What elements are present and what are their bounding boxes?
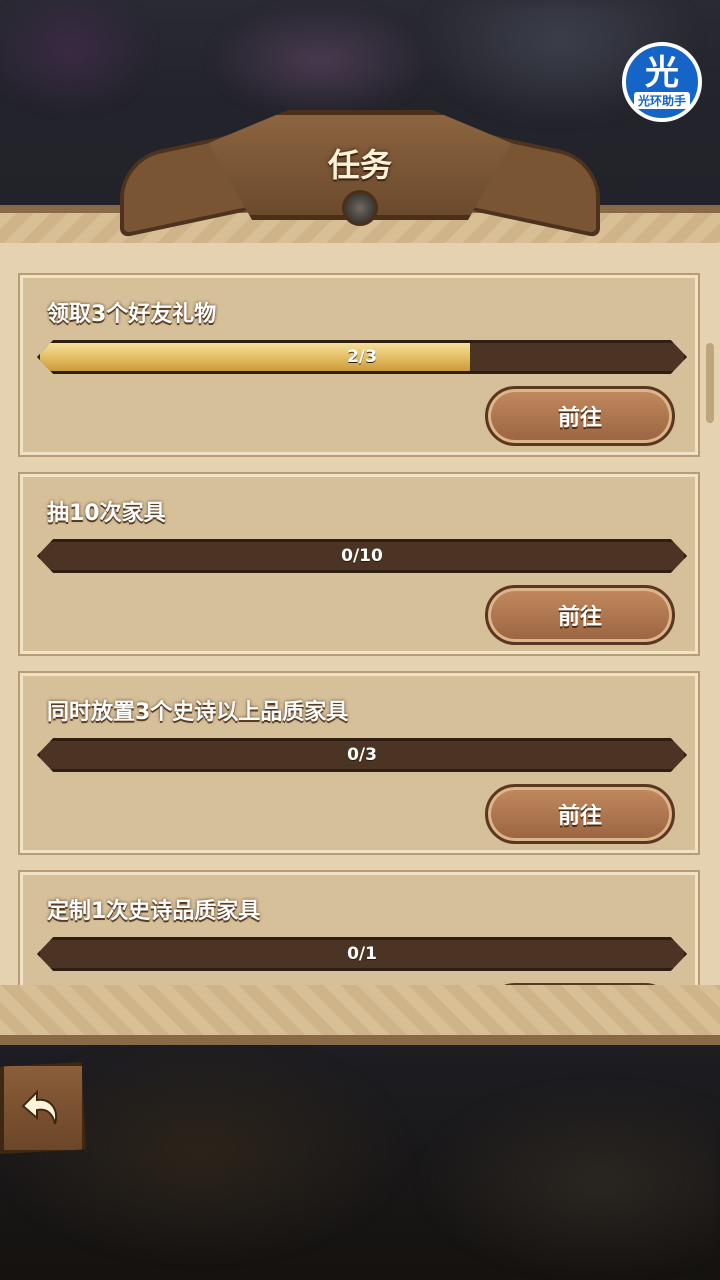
task-card: 定制1次史诗品质家具 0/1 前往 bbox=[20, 872, 698, 1003]
go-button[interactable]: 前往 bbox=[485, 386, 675, 446]
task-progress-bar: 0/3 bbox=[37, 738, 687, 772]
progress-text: 0/3 bbox=[347, 745, 377, 765]
task-card: 抽10次家具 0/10 前往 bbox=[20, 474, 698, 654]
back-button[interactable] bbox=[0, 1062, 86, 1154]
task-progress-bar: 2/3 bbox=[37, 340, 687, 374]
progress-text: 2/3 bbox=[347, 347, 377, 367]
badge-label: 光环助手 bbox=[633, 91, 690, 109]
task-progress-bar: 0/10 bbox=[37, 539, 687, 573]
back-arrow-icon bbox=[21, 1089, 57, 1125]
task-title: 同时放置3个史诗以上品质家具 bbox=[47, 700, 349, 725]
progress-text: 0/10 bbox=[341, 546, 383, 566]
task-list: 领取3个好友礼物 2/3 前往 抽10次家具 0/10 前往 同时放置3个史诗以… bbox=[20, 275, 700, 1003]
header-gem bbox=[342, 190, 378, 226]
task-panel: 领取3个好友礼物 2/3 前往 抽10次家具 0/10 前往 同时放置3个史诗以… bbox=[0, 205, 720, 1045]
task-scroll-area[interactable]: 领取3个好友礼物 2/3 前往 抽10次家具 0/10 前往 同时放置3个史诗以… bbox=[0, 243, 720, 1003]
page-title: 任务 bbox=[327, 146, 392, 184]
badge-glyph: 光 bbox=[645, 52, 679, 93]
panel-bottom-border bbox=[0, 985, 720, 1035]
go-button[interactable]: 前往 bbox=[485, 585, 675, 645]
task-title: 定制1次史诗品质家具 bbox=[47, 899, 261, 924]
panel-header: 任务 bbox=[120, 100, 600, 239]
task-card: 领取3个好友礼物 2/3 前往 bbox=[20, 275, 698, 455]
task-progress-bar: 0/1 bbox=[37, 937, 687, 971]
scrollbar[interactable] bbox=[706, 343, 714, 423]
task-title: 抽10次家具 bbox=[47, 501, 166, 526]
progress-text: 0/1 bbox=[347, 944, 377, 964]
go-button[interactable]: 前往 bbox=[485, 784, 675, 844]
app-badge-icon[interactable]: 光 光环助手 bbox=[622, 42, 702, 122]
task-title: 领取3个好友礼物 bbox=[47, 302, 217, 327]
task-card: 同时放置3个史诗以上品质家具 0/3 前往 bbox=[20, 673, 698, 853]
